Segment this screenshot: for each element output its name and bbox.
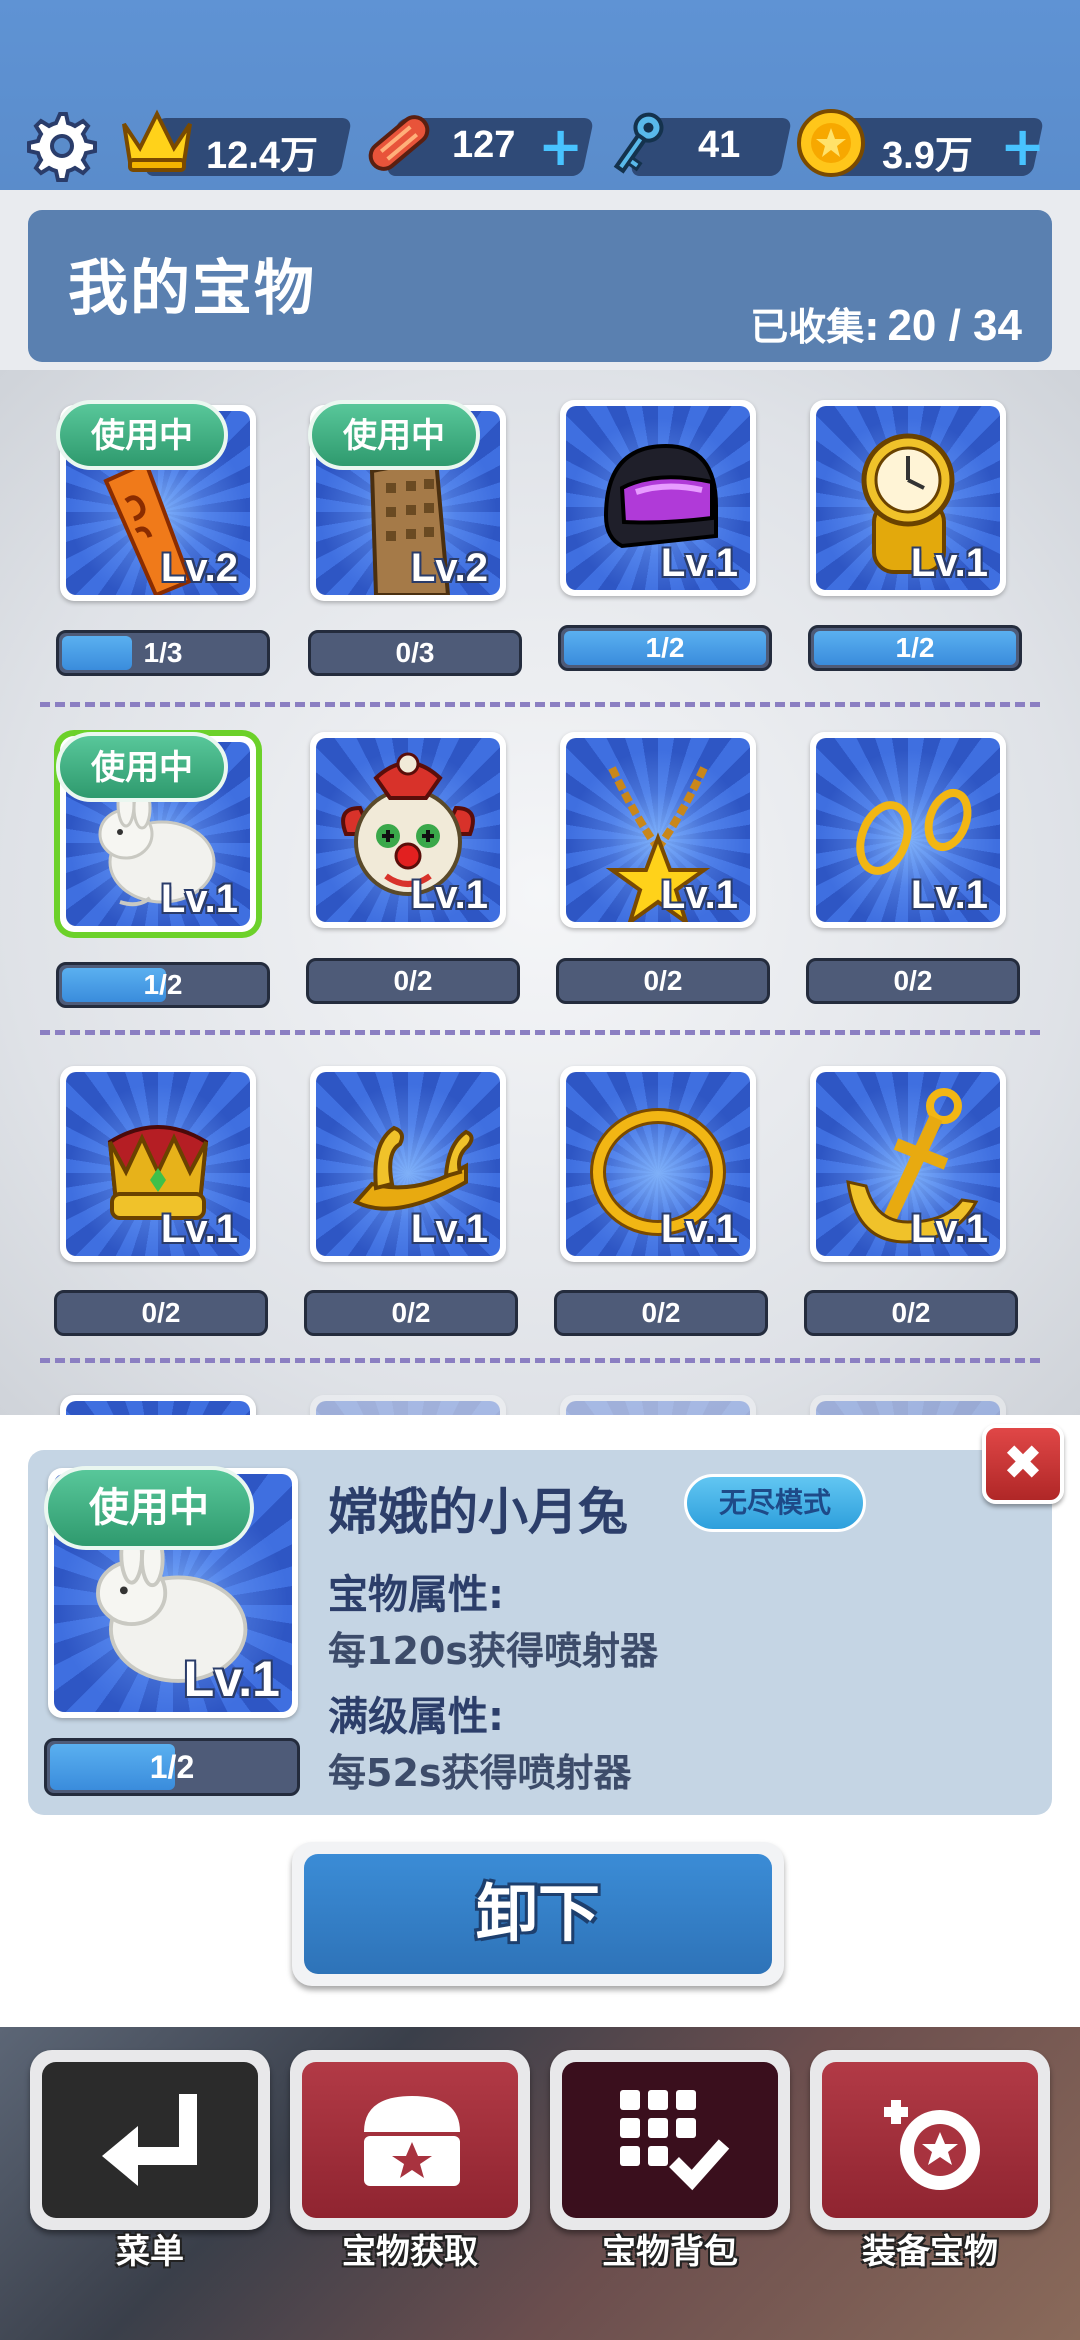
detail-progress-text: 1/2 bbox=[149, 1749, 195, 1785]
nav-label-menu: 菜单 bbox=[116, 2232, 184, 2272]
treasure-chest-icon bbox=[364, 2096, 460, 2186]
nav-menu-button[interactable] bbox=[30, 2050, 270, 2230]
level-label: Lv.1 bbox=[660, 1207, 738, 1251]
level-label: Lv.1 bbox=[660, 541, 738, 585]
grid-check-icon bbox=[620, 2090, 730, 2191]
progress-bar: 0/2 bbox=[304, 1290, 518, 1336]
nav-treasure-acquire-button[interactable] bbox=[290, 2050, 530, 2230]
progress-text: 0/2 bbox=[891, 1297, 931, 1328]
nav-label-backpack: 宝物背包 bbox=[602, 2232, 738, 2272]
max-attribute-label: 满级属性: bbox=[328, 1694, 504, 1740]
in-use-badge: 使用中 bbox=[56, 732, 228, 802]
nav-equip-treasure-button[interactable] bbox=[810, 2050, 1050, 2230]
level-label: Lv.1 bbox=[910, 541, 988, 585]
progress-bar: 0/2 bbox=[556, 958, 770, 1004]
treasure-grid: Lv.2 使用中 Lv.2 使用中 Lv.1 Lv.1 1/3 0/3 1/2 … bbox=[0, 370, 1080, 1415]
progress-text: 1/2 bbox=[645, 632, 685, 663]
add-coins-button[interactable]: + bbox=[1000, 118, 1045, 176]
unequip-button[interactable]: 卸下 bbox=[292, 1842, 784, 1986]
treasure-card[interactable] bbox=[810, 1395, 1006, 1415]
collected-value: 20 / 34 bbox=[887, 301, 1022, 350]
collected-label: 已收集: bbox=[750, 305, 880, 349]
treasure-card[interactable] bbox=[310, 1395, 506, 1415]
level-label: Lv.1 bbox=[410, 1207, 488, 1251]
progress-text: 0/2 bbox=[641, 1297, 681, 1328]
level-label: Lv.1 bbox=[160, 877, 238, 921]
nav-treasure-backpack-button[interactable] bbox=[550, 2050, 790, 2230]
progress-text: 0/2 bbox=[391, 1297, 431, 1328]
row-divider bbox=[40, 702, 1040, 707]
progress-bar: 1/3 bbox=[56, 630, 270, 676]
coin-count: 3.9万 bbox=[882, 135, 973, 177]
progress-text: 0/2 bbox=[893, 965, 933, 996]
hoverboard-icon bbox=[368, 115, 430, 171]
equip-treasure-icon bbox=[884, 2100, 980, 2190]
progress-bar: 1/2 bbox=[558, 625, 772, 671]
progress-bar: 0/2 bbox=[306, 958, 520, 1004]
attribute-label: 宝物属性: bbox=[328, 1572, 504, 1618]
treasure-card-anchor[interactable]: Lv.1 bbox=[810, 1066, 1006, 1262]
progress-text: 0/2 bbox=[393, 965, 433, 996]
progress-bar: 0/2 bbox=[54, 1290, 268, 1336]
progress-bar: 0/2 bbox=[806, 958, 1020, 1004]
level-label: Lv.1 bbox=[410, 873, 488, 917]
progress-bar: 1/2 bbox=[808, 625, 1022, 671]
progress-bar: 1/2 bbox=[56, 962, 270, 1008]
detail-in-use-badge: 使用中 bbox=[44, 1466, 254, 1550]
return-arrow-icon bbox=[102, 2094, 197, 2186]
progress-text: 0/3 bbox=[395, 637, 435, 668]
level-label: Lv.2 bbox=[160, 546, 238, 590]
key-icon bbox=[613, 112, 664, 174]
progress-bar: 0/2 bbox=[804, 1290, 1018, 1336]
page-title: 我的宝物 bbox=[68, 254, 316, 324]
detail-level: Lv.1 bbox=[183, 1651, 280, 1707]
treasure-card-gold-horns[interactable]: Lv.1 bbox=[310, 1066, 506, 1262]
treasure-card-clown-mask[interactable]: Lv.1 bbox=[310, 732, 506, 928]
treasure-card-star-necklace[interactable]: Lv.1 bbox=[560, 732, 756, 928]
treasure-card-gold-rings[interactable]: Lv.1 bbox=[810, 732, 1006, 928]
board-count: 127 bbox=[452, 124, 516, 166]
treasure-card-gold-watch[interactable]: Lv.1 bbox=[810, 400, 1006, 596]
treasure-card[interactable] bbox=[560, 1395, 756, 1415]
progress-text: 0/2 bbox=[643, 965, 683, 996]
progress-bar: 0/3 bbox=[308, 630, 522, 676]
treasure-card-gold-ring[interactable]: Lv.1 bbox=[560, 1066, 756, 1262]
row-divider bbox=[40, 1358, 1040, 1363]
level-label: Lv.2 bbox=[410, 546, 488, 590]
treasure-card-helmet[interactable]: Lv.1 bbox=[560, 400, 756, 596]
gear-icon[interactable] bbox=[22, 108, 98, 184]
in-use-badge: 使用中 bbox=[56, 400, 228, 470]
max-attribute-value: 每52s获得喷射器 bbox=[328, 1751, 632, 1795]
progress-text: 1/3 bbox=[143, 637, 183, 668]
nav-label-acquire: 宝物获取 bbox=[342, 2232, 478, 2272]
detail-progress-bar: 1/2 bbox=[44, 1738, 300, 1796]
add-boards-button[interactable]: + bbox=[538, 118, 583, 176]
progress-text: 0/2 bbox=[141, 1297, 181, 1328]
crown-icon bbox=[122, 109, 192, 172]
key-count: 41 bbox=[698, 124, 741, 166]
row-divider bbox=[40, 1030, 1040, 1035]
level-label: Lv.1 bbox=[160, 1207, 238, 1251]
level-label: Lv.1 bbox=[660, 873, 738, 917]
level-label: Lv.1 bbox=[910, 1207, 988, 1251]
treasure-card-crown[interactable]: Lv.1 bbox=[60, 1066, 256, 1262]
unequip-label: 卸下 bbox=[304, 1854, 772, 1974]
collected-counter: 已收集: 20 / 34 bbox=[750, 296, 1022, 351]
progress-text: 1/2 bbox=[895, 632, 935, 663]
coin-icon bbox=[797, 109, 865, 177]
in-use-badge: 使用中 bbox=[308, 400, 480, 470]
nav-label-equip: 装备宝物 bbox=[862, 2232, 998, 2272]
endless-mode-badge: 无尽模式 bbox=[684, 1474, 866, 1532]
progress-bar: 0/2 bbox=[554, 1290, 768, 1336]
detail-item-name: 嫦娥的小月兔 bbox=[328, 1483, 628, 1541]
close-button[interactable]: ✖ bbox=[982, 1424, 1064, 1504]
progress-text: 1/2 bbox=[143, 969, 183, 1000]
crown-count: 12.4万 bbox=[206, 135, 318, 177]
level-label: Lv.1 bbox=[910, 873, 988, 917]
treasure-card[interactable] bbox=[60, 1395, 256, 1415]
attribute-value: 每120s获得喷射器 bbox=[328, 1629, 658, 1673]
